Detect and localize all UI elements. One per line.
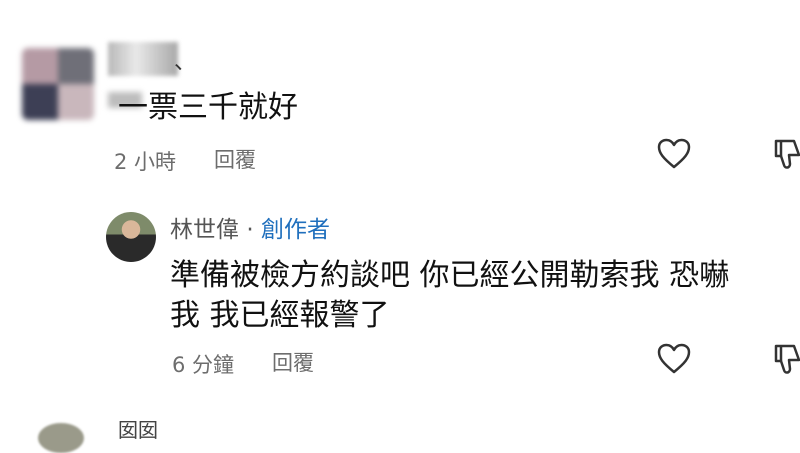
comment-text-line-2: 我 我已經報警了 <box>170 298 390 333</box>
comment-author-header: 林世偉 · 創作者 <box>170 210 330 244</box>
author-name: 囡囡 <box>118 418 158 442</box>
reply-button[interactable]: 回覆 <box>272 347 314 377</box>
avatar[interactable] <box>22 48 94 120</box>
thumbs-down-icon[interactable] <box>772 343 800 377</box>
comment-timestamp: 6 分鐘 <box>172 353 235 377</box>
avatar[interactable] <box>106 212 156 262</box>
author-name[interactable]: 林世偉 <box>170 217 239 243</box>
avatar[interactable] <box>38 423 84 453</box>
comment-text-line-1: 準備被檢方約談吧 你已經公開勒索我 恐嚇 <box>170 258 730 293</box>
reply-button[interactable]: 回覆 <box>214 144 256 174</box>
comment-text: 一票三千就好 <box>118 90 298 125</box>
author-name-blurred <box>108 42 178 76</box>
separator-dot: · <box>246 217 254 243</box>
author-name: 、 <box>174 50 197 75</box>
heart-outline-icon[interactable] <box>657 343 691 375</box>
thumbs-down-icon[interactable] <box>772 138 800 172</box>
heart-outline-icon[interactable] <box>657 138 691 170</box>
creator-badge: 創作者 <box>260 217 330 243</box>
comment-timestamp: 2 小時 <box>114 150 177 174</box>
